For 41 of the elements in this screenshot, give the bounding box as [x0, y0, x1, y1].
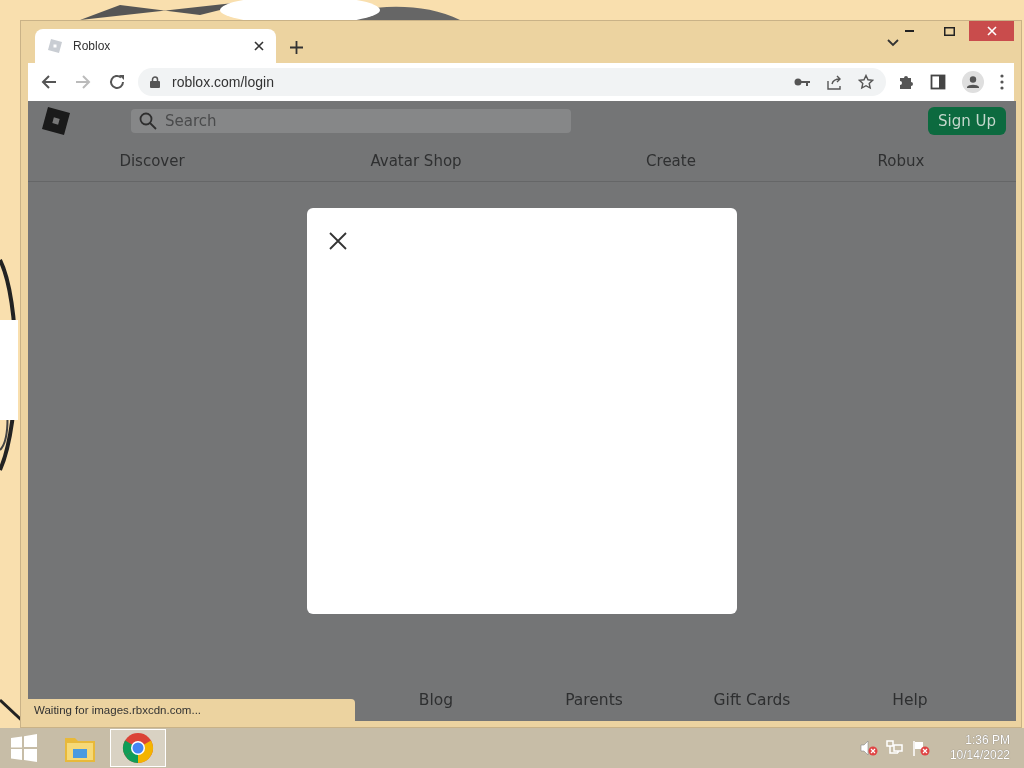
nav-link[interactable]: Create [556, 152, 786, 170]
key-icon[interactable] [794, 77, 810, 87]
back-icon[interactable] [40, 73, 58, 91]
nav-link[interactable]: Discover [28, 152, 276, 170]
reload-icon[interactable] [108, 73, 126, 91]
close-window-button[interactable] [969, 21, 1014, 41]
speaker-muted-icon[interactable] [859, 740, 878, 756]
close-icon [986, 26, 997, 36]
taskbar-app[interactable] [110, 729, 166, 767]
flag-icon[interactable] [911, 740, 930, 756]
clock-date: 10/14/2022 [949, 748, 1010, 763]
clock-time: 1:36 PM [965, 733, 1010, 748]
roblox-favicon-icon [47, 38, 63, 54]
menu-icon[interactable] [1000, 74, 1004, 90]
footer-link[interactable]: Help [831, 691, 989, 715]
profile-icon[interactable] [962, 71, 984, 93]
maximize-icon[interactable] [943, 26, 955, 36]
share-icon[interactable] [826, 74, 842, 90]
minimize-icon[interactable] [904, 30, 914, 32]
side-panel-icon[interactable] [930, 74, 946, 90]
roblox-logo[interactable] [41, 106, 71, 136]
puzzle-icon[interactable] [898, 74, 914, 90]
windows-start-icon[interactable] [10, 734, 38, 762]
footer-link[interactable]: Parents [515, 691, 673, 715]
close-icon[interactable] [254, 41, 264, 51]
lock-icon [150, 76, 160, 88]
nav-link[interactable]: Robux [786, 152, 1016, 170]
footer-link[interactable]: Blog [357, 691, 515, 715]
tab-search-chevron-icon[interactable] [887, 39, 899, 47]
footer-link[interactable]: Gift Cards [673, 691, 831, 715]
address-bar[interactable]: roblox.com/login [138, 68, 886, 96]
close-icon[interactable] [329, 232, 347, 250]
clock[interactable]: 1:36 PM 10/14/2022 [949, 733, 1010, 763]
browser-tab[interactable]: Roblox [35, 29, 276, 63]
nav-link[interactable]: Avatar Shop [276, 152, 556, 170]
chrome-icon [122, 732, 154, 764]
sign-up-button[interactable]: Sign Up [928, 107, 1006, 135]
new-tab-icon[interactable] [290, 41, 303, 54]
search-field[interactable]: Search [131, 109, 571, 133]
star-icon[interactable] [858, 74, 874, 90]
status-bubble: Waiting for images.rbxcdn.com... [28, 699, 355, 721]
